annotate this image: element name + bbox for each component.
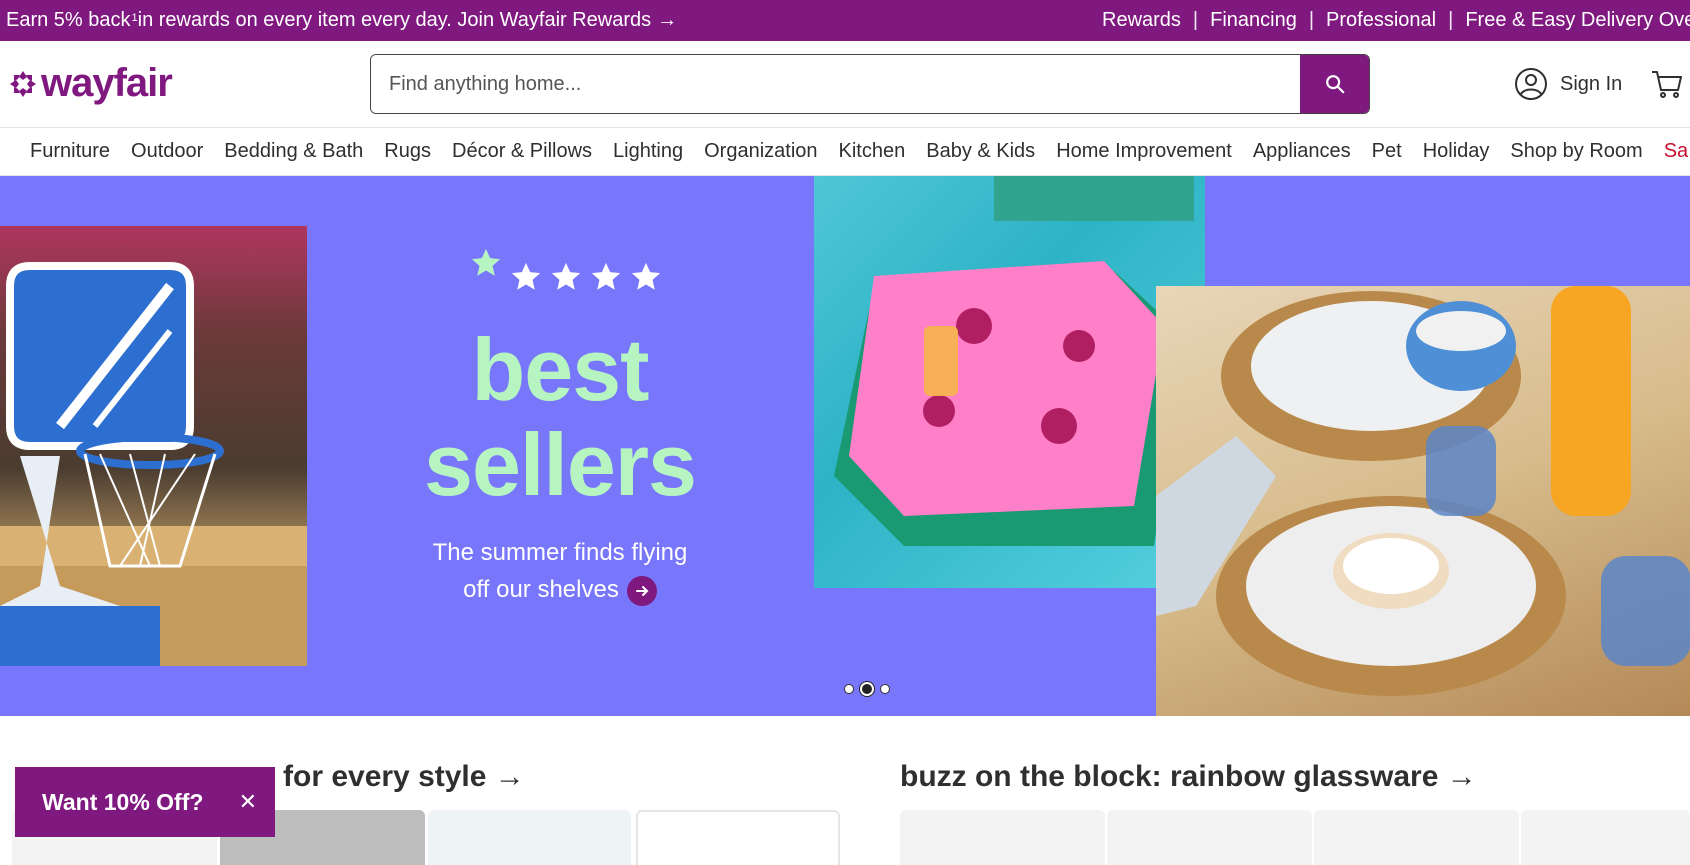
- account-icon: [1515, 68, 1547, 100]
- hero-subtitle-line-1: The summer finds flying: [432, 539, 688, 566]
- arrow-right-icon: →: [657, 9, 678, 31]
- discount-popup-label: Want 10% Off?: [42, 788, 204, 815]
- nav-item-bedding-bath[interactable]: Bedding & Bath: [224, 140, 363, 163]
- sign-in-button[interactable]: Sign In: [1514, 67, 1622, 101]
- star-icon: [631, 262, 661, 290]
- nav-item-holiday[interactable]: Holiday: [1423, 140, 1490, 163]
- promo-link-delivery[interactable]: Free & Easy Delivery Over: [1465, 9, 1690, 32]
- nav-item-pet[interactable]: Pet: [1372, 140, 1402, 163]
- promo-text: Earn 5% back: [6, 9, 131, 31]
- category-nav: Furniture Outdoor Bedding & Bath Rugs Dé…: [0, 127, 1690, 176]
- hero-image-basketball-hoop: [0, 226, 307, 666]
- divider: |: [1308, 9, 1315, 31]
- search-button[interactable]: [1300, 55, 1369, 113]
- promo-text-2: in rewards on every item every day. Join…: [137, 9, 652, 31]
- star-icon: [551, 262, 581, 290]
- nav-item-lighting[interactable]: Lighting: [613, 140, 683, 163]
- nav-item-baby-kids[interactable]: Baby & Kids: [926, 140, 1035, 163]
- discount-popup[interactable]: Want 10% Off? ✕: [15, 767, 275, 837]
- promo-link-professional[interactable]: Professional: [1326, 9, 1436, 32]
- carousel-dot-2[interactable]: [860, 682, 874, 696]
- nav-item-furniture[interactable]: Furniture: [30, 140, 110, 163]
- nav-item-rugs[interactable]: Rugs: [384, 140, 431, 163]
- hero-title-line-1: best: [471, 320, 650, 419]
- wayfair-logo[interactable]: wayfair: [8, 61, 173, 106]
- nav-item-organization[interactable]: Organization: [704, 140, 817, 163]
- hero-title-line-2: sellers: [424, 415, 697, 514]
- divider: |: [1192, 9, 1199, 31]
- section-title-text: buzz on the block: rainbow glassware: [900, 760, 1439, 793]
- hero-subtitle-line-2: off our shelves: [463, 576, 619, 603]
- rating-stars: [412, 246, 720, 294]
- promo-link-rewards[interactable]: Rewards: [1102, 9, 1181, 32]
- close-icon[interactable]: ✕: [239, 789, 257, 815]
- divider: |: [1448, 9, 1454, 31]
- product-card[interactable]: [1521, 810, 1690, 865]
- section-title-text: for every style: [283, 760, 487, 793]
- search-icon: [1325, 75, 1344, 94]
- promo-bar: Earn 5% back 1 in rewards on every item e…: [0, 0, 1690, 41]
- hero-image-table-top: [1205, 176, 1690, 286]
- star-icon: [591, 262, 621, 290]
- cart-button[interactable]: [1650, 67, 1684, 106]
- nav-item-appliances[interactable]: Appliances: [1253, 140, 1351, 163]
- product-card[interactable]: [1107, 810, 1312, 865]
- hero-image-pool-float: [814, 176, 1205, 588]
- carousel-dot-1[interactable]: [844, 684, 854, 694]
- wayfair-logo-mark-icon: [10, 70, 36, 97]
- carousel-dots: [844, 682, 890, 696]
- nav-item-decor-pillows[interactable]: Décor & Pillows: [452, 140, 592, 163]
- hero-title: best sellers: [400, 322, 720, 512]
- section-title-every-style[interactable]: for every style →: [283, 760, 525, 794]
- cart-icon: [1652, 71, 1682, 98]
- arrow-right-icon: →: [494, 760, 525, 793]
- logo-text: wayfair: [41, 61, 173, 105]
- nav-item-home-improvement[interactable]: Home Improvement: [1056, 140, 1232, 163]
- hero-subtitle: The summer finds flying off our shelves: [400, 534, 720, 608]
- hero-text-block: best sellers The summer finds flying off…: [400, 246, 720, 608]
- hero-banner[interactable]: best sellers The summer finds flying off…: [0, 176, 1690, 716]
- hero-cta-arrow-button[interactable]: [626, 575, 657, 606]
- product-card[interactable]: [900, 810, 1105, 865]
- product-card[interactable]: [428, 810, 631, 865]
- promo-footnote: 1: [131, 11, 138, 24]
- rewards-promo-link[interactable]: Earn 5% back 1 in rewards on every item e…: [6, 9, 677, 32]
- section-title-rainbow-glassware[interactable]: buzz on the block: rainbow glassware →: [900, 760, 1477, 794]
- hero-image-brunch-table: [1156, 286, 1690, 716]
- sign-in-label: Sign In: [1560, 72, 1623, 95]
- product-card[interactable]: [636, 810, 840, 865]
- nav-item-shop-by-room[interactable]: Shop by Room: [1510, 140, 1642, 163]
- product-card[interactable]: [1314, 810, 1519, 865]
- nav-item-sale[interactable]: Sa: [1664, 140, 1688, 163]
- arrow-right-icon: →: [1446, 760, 1477, 793]
- search-bar: [370, 54, 1370, 114]
- star-icon: [471, 248, 501, 276]
- nav-item-outdoor[interactable]: Outdoor: [131, 140, 203, 163]
- carousel-dot-3[interactable]: [880, 684, 890, 694]
- nav-item-kitchen[interactable]: Kitchen: [839, 140, 906, 163]
- search-input[interactable]: [371, 55, 1300, 113]
- promo-link-financing[interactable]: Financing: [1210, 9, 1297, 32]
- star-icon: [511, 262, 541, 290]
- promo-links: Rewards | Financing | Professional | Fre…: [1102, 9, 1690, 32]
- arrow-right-icon: [635, 585, 649, 596]
